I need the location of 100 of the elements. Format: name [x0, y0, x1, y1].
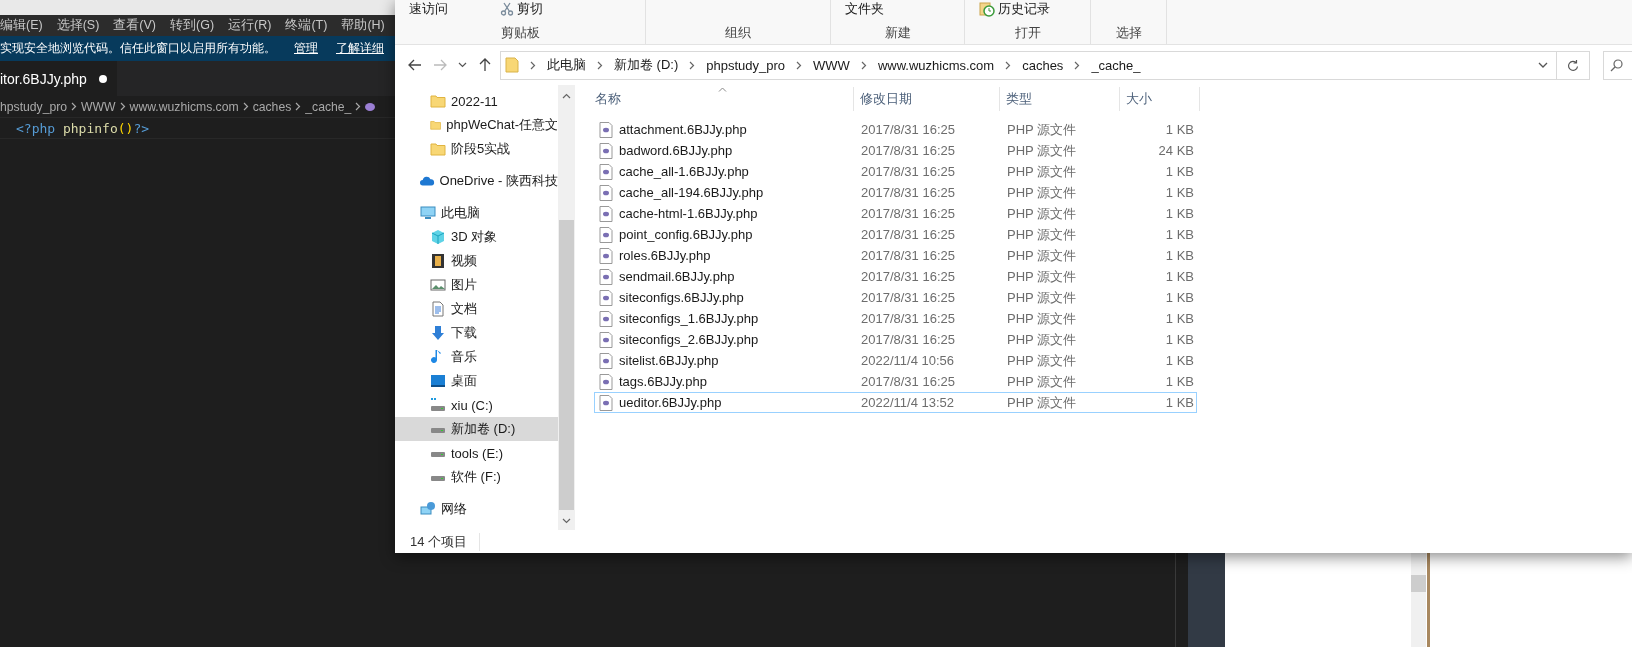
modified-date: 2017/8/31 16:25 — [860, 311, 956, 326]
column-header[interactable]: 类型 — [1000, 87, 1120, 111]
path-segment[interactable]: 此电脑 — [547, 56, 586, 74]
file-name: siteconfigs.6BJJy.php — [619, 290, 744, 305]
path-segment[interactable]: 新加卷 (D:) — [614, 56, 679, 74]
ribbon-button[interactable]: 速访问 — [409, 0, 448, 18]
editor-tab[interactable]: itor.6BJJy.php — [0, 61, 117, 96]
file-name: attachment.6BJJy.php — [619, 122, 747, 137]
path-segment[interactable]: caches — [1022, 57, 1064, 73]
file-type: PHP 源文件 — [1006, 372, 1078, 391]
nav-item[interactable]: 此电脑 — [395, 201, 558, 225]
nav-item[interactable]: 图片 — [395, 273, 558, 297]
file-type: PHP 源文件 — [1006, 225, 1078, 244]
modified-date: 2017/8/31 16:25 — [860, 206, 956, 221]
address-bar[interactable]: 此电脑 新加卷 (D:) phpstudy_pro WWW www.wuzhicms.com caches _cache_ — [500, 50, 1557, 80]
nav-item[interactable]: 软件 (F:) — [395, 465, 558, 489]
breadcrumb-item[interactable]: www.wuzhicms.com — [129, 99, 239, 114]
modified-date: 2022/11/4 13:52 — [860, 395, 955, 410]
file-type: PHP 源文件 — [1006, 330, 1078, 349]
file-name: sendmail.6BJJy.php — [619, 269, 735, 284]
file-name: cache_all-194.6BJJy.php — [619, 185, 764, 200]
ribbon-button[interactable]: 文件夹 — [845, 0, 884, 18]
file-row[interactable]: point_config.6BJJy.php 2017/8/31 16:25 PHP 源文件 1 KB — [594, 224, 1197, 245]
column-header[interactable]: 名称 — [594, 87, 854, 111]
file-size: 24 KB — [1157, 143, 1195, 158]
file-type: PHP 源文件 — [1006, 309, 1078, 328]
file-row[interactable]: siteconfigs_2.6BJJy.php 2017/8/31 16:25 PHP 源文件 1 KB — [594, 329, 1197, 350]
ribbon-group-label: 打开 — [1014, 24, 1041, 42]
menu-item[interactable]: 转到(G) — [170, 17, 215, 34]
nav-item[interactable]: 音乐 — [395, 345, 558, 369]
ribbon-group-label: 组织 — [725, 24, 751, 42]
nav-item[interactable]: 3D 对象 — [395, 225, 558, 249]
nav-item[interactable]: xiu (C:) — [395, 393, 558, 417]
file-row[interactable]: sitelist.6BJJy.php 2022/11/4 10:56 PHP 源文件 1 KB — [594, 350, 1197, 371]
path-segment[interactable]: phpstudy_pro — [706, 57, 786, 73]
file-size: 1 KB — [1164, 164, 1195, 179]
modified-date: 2017/8/31 16:25 — [860, 332, 956, 347]
file-row[interactable]: siteconfigs.6BJJy.php 2017/8/31 16:25 PHP 源文件 1 KB — [594, 287, 1197, 308]
ribbon-group-label: 剪贴板 — [500, 24, 540, 42]
banner-link[interactable]: 管理 — [294, 40, 318, 57]
file-row[interactable]: badword.6BJJy.php 2017/8/31 16:25 PHP 源文件 24 KB — [594, 140, 1197, 161]
file-row[interactable]: cache_all-1.6BJJy.php 2017/8/31 16:25 PHP 源文件 1 KB — [594, 161, 1197, 182]
path-segment[interactable]: www.wuzhicms.com — [877, 57, 995, 73]
modified-date: 2017/8/31 16:25 — [860, 164, 956, 179]
file-row[interactable]: sendmail.6BJJy.php 2017/8/31 16:25 PHP 源文件 1 KB — [594, 266, 1197, 287]
nav-item[interactable]: OneDrive - 陕西科技 — [395, 169, 558, 193]
nav-item[interactable]: 2022-11 — [395, 89, 558, 113]
file-type: PHP 源文件 — [1006, 351, 1078, 370]
modified-date: 2017/8/31 16:25 — [860, 122, 956, 137]
nav-item[interactable]: 阶段5实战 — [395, 137, 558, 161]
ribbon-group-label: 选择 — [1115, 24, 1142, 42]
file-name: tags.6BJJy.php — [619, 374, 707, 389]
modified-date: 2022/11/4 10:56 — [860, 353, 955, 368]
nav-item[interactable]: 下载 — [395, 321, 558, 345]
file-type: PHP 源文件 — [1006, 393, 1078, 412]
file-name: point_config.6BJJy.php — [619, 227, 753, 242]
column-header[interactable]: 大小 — [1120, 87, 1200, 111]
file-row[interactable]: cache-html-1.6BJJy.php 2017/8/31 16:25 PHP 源文件 1 KB — [594, 203, 1197, 224]
file-row[interactable]: cache_all-194.6BJJy.php 2017/8/31 16:25 PHP 源文件 1 KB — [594, 182, 1197, 203]
file-size: 1 KB — [1164, 353, 1195, 368]
path-segment[interactable]: WWW — [813, 57, 850, 73]
breadcrumb-item[interactable]: _cache_ — [305, 99, 352, 114]
ribbon-button[interactable]: 历史记录 — [979, 0, 1050, 18]
file-row[interactable]: tags.6BJJy.php 2017/8/31 16:25 PHP 源文件 1 KB — [594, 371, 1197, 392]
trust-message: 实现安全地浏览代码。信任此窗口以启用所有功能。 — [0, 40, 276, 57]
file-type: PHP 源文件 — [1006, 141, 1078, 160]
file-name: siteconfigs_1.6BJJy.php — [619, 311, 759, 326]
banner-link[interactable]: 了解详细 — [336, 40, 384, 57]
ribbon-group-label: 新建 — [884, 24, 911, 42]
nav-item[interactable]: tools (E:) — [395, 441, 558, 465]
file-row[interactable]: roles.6BJJy.php 2017/8/31 16:25 PHP 源文件 1 KB — [594, 245, 1197, 266]
nav-item[interactable]: 网络 — [395, 497, 558, 521]
file-size: 1 KB — [1164, 374, 1195, 389]
nav-item[interactable]: 新加卷 (D:) — [395, 417, 558, 441]
file-type: PHP 源文件 — [1006, 120, 1078, 139]
breadcrumb-item[interactable]: WWW — [81, 99, 116, 114]
file-type: PHP 源文件 — [1006, 267, 1078, 286]
column-header[interactable]: 修改日期 — [854, 87, 1000, 111]
nav-item[interactable]: 视频 — [395, 249, 558, 273]
breadcrumb-item[interactable]: hpstudy_pro — [0, 99, 68, 114]
file-size: 1 KB — [1164, 290, 1195, 305]
file-name: cache-html-1.6BJJy.php — [619, 206, 758, 221]
menu-item[interactable]: 选择(S) — [56, 17, 100, 34]
file-size: 1 KB — [1164, 332, 1195, 347]
nav-item[interactable]: 桌面 — [395, 369, 558, 393]
nav-item[interactable]: 文档 — [395, 297, 558, 321]
breadcrumb-item[interactable]: caches — [252, 99, 292, 114]
path-segment[interactable]: _cache_ — [1091, 57, 1141, 73]
menu-item[interactable]: 帮助(H) — [341, 17, 385, 34]
file-row[interactable]: ueditor.6BJJy.php 2022/11/4 13:52 PHP 源文件 1 KB — [594, 392, 1197, 413]
menu-item[interactable]: 终端(T) — [285, 17, 328, 34]
menu-item[interactable]: 运行(R) — [228, 17, 272, 34]
item-count: 14 个项目 — [410, 532, 481, 551]
menu-item[interactable]: 编辑(E) — [0, 17, 43, 34]
menu-item[interactable]: 查看(V) — [113, 17, 156, 34]
ribbon-button[interactable]: 剪切 — [500, 0, 543, 18]
file-row[interactable]: siteconfigs_1.6BJJy.php 2017/8/31 16:25 PHP 源文件 1 KB — [594, 308, 1197, 329]
modified-date: 2017/8/31 16:25 — [860, 248, 956, 263]
file-size: 1 KB — [1164, 248, 1195, 263]
modified-date: 2017/8/31 16:25 — [860, 227, 956, 242]
